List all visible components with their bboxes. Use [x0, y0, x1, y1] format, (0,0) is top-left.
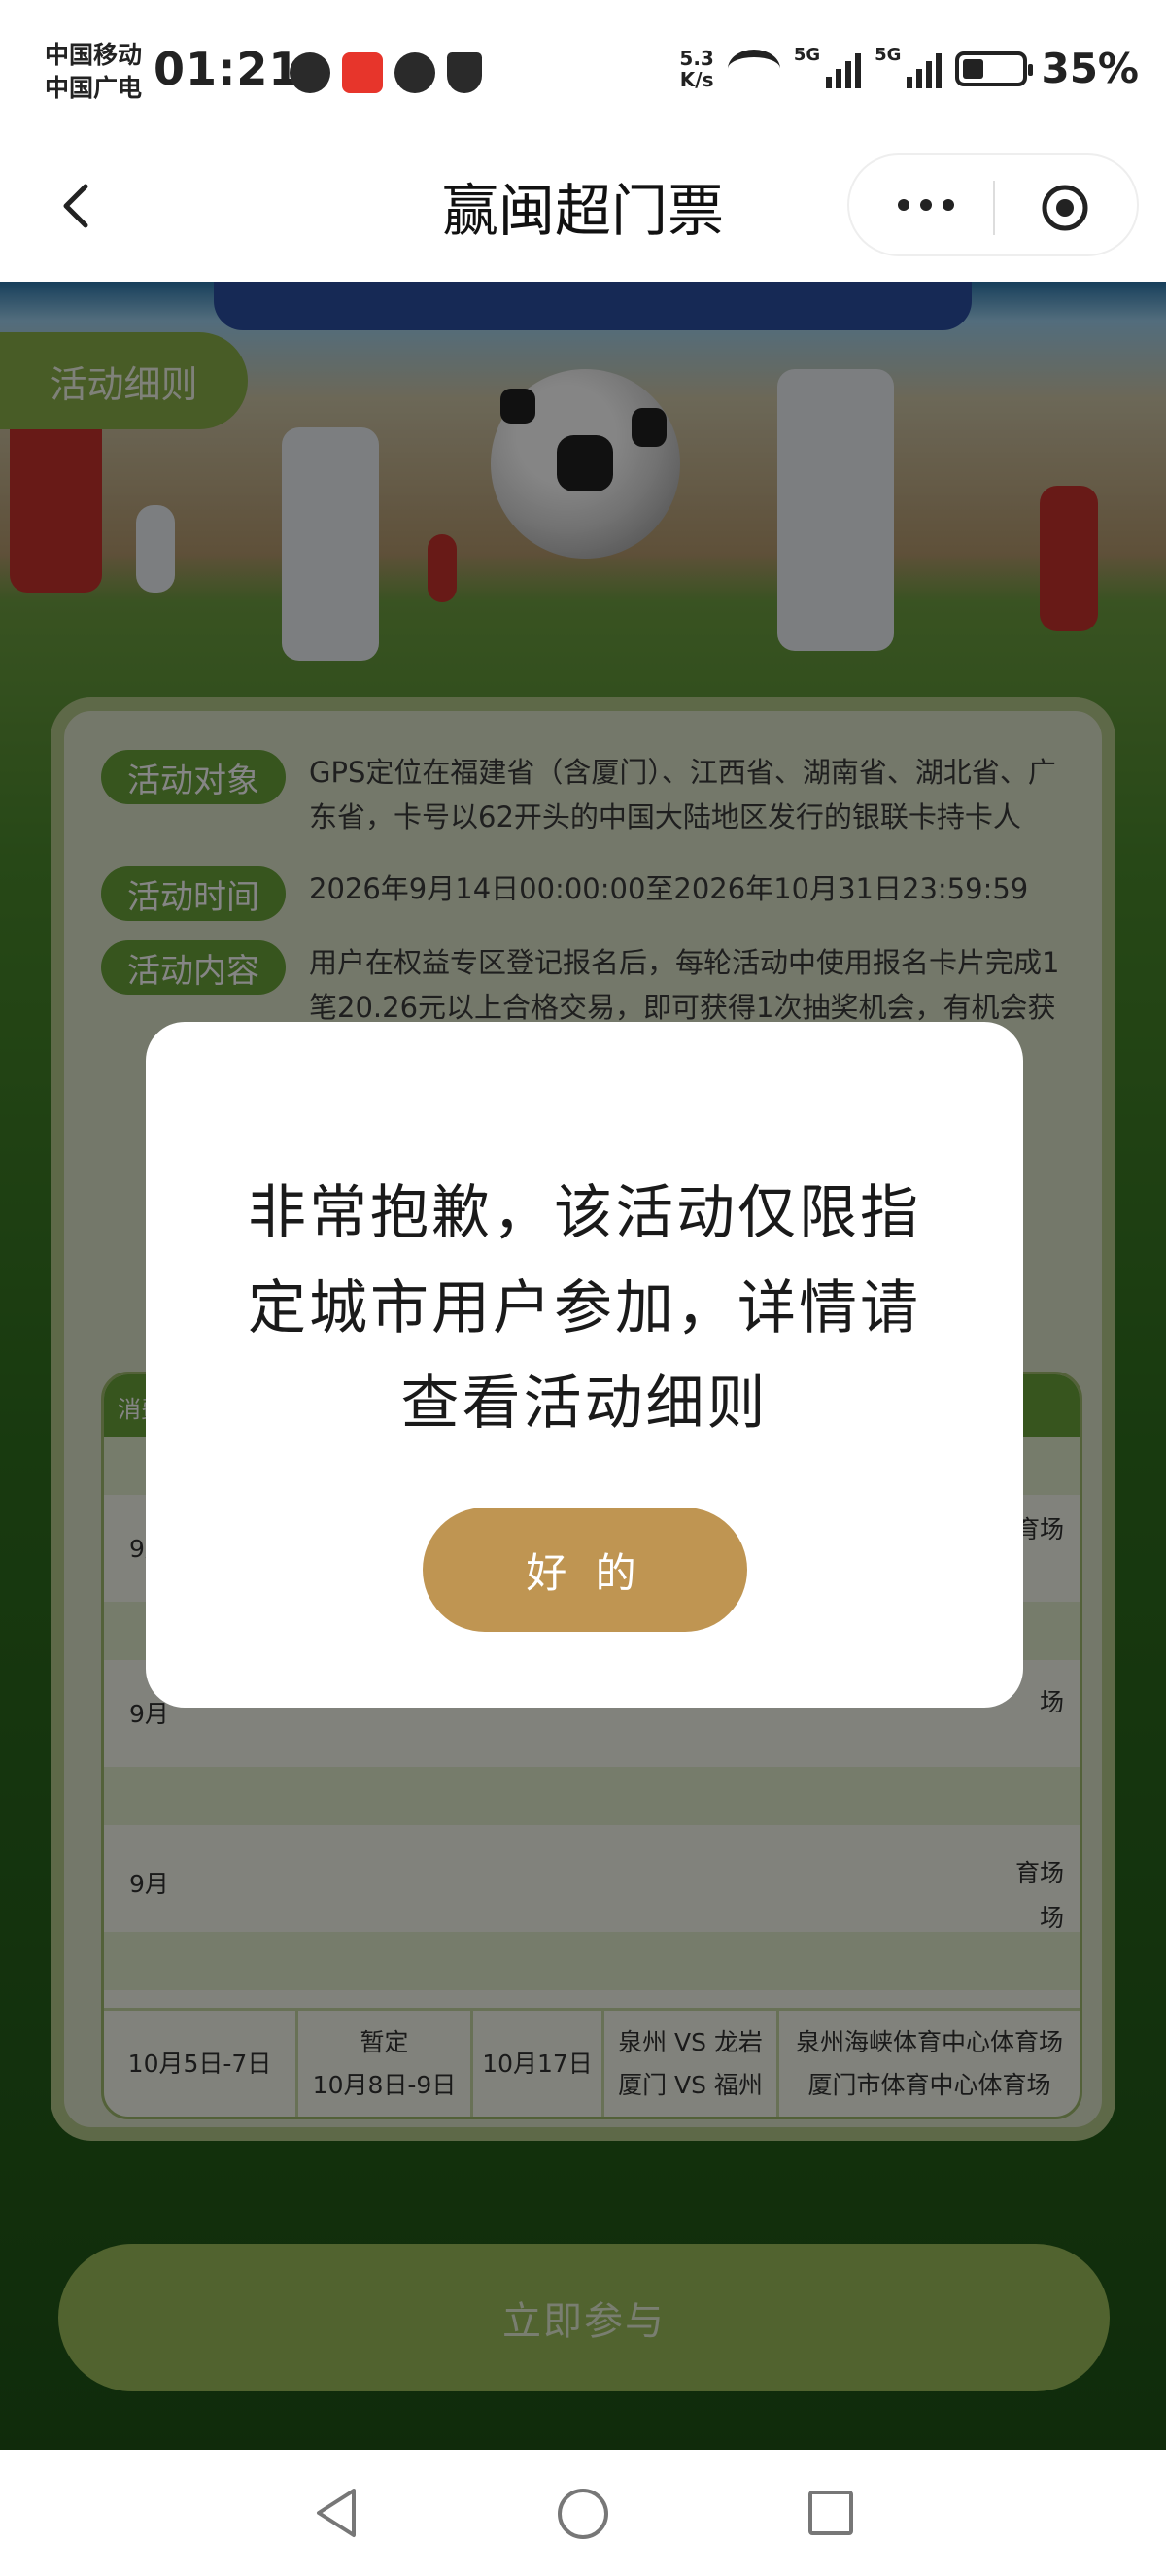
wifi-icon: [727, 49, 780, 88]
alert-dialog: 非常抱歉，该活动仅限指定城市用户参加，详情请查看活动细则 好 的: [146, 1022, 1023, 1708]
dialog-message: 非常抱歉，该活动仅限指定城市用户参加，详情请查看活动细则: [248, 1179, 921, 1438]
battery-percent: 35%: [1041, 45, 1139, 92]
shield-icon: [447, 52, 482, 93]
system-nav-bar: [0, 2450, 1166, 2576]
carrier-2: 中国广电: [45, 74, 143, 102]
mini-program-header: 赢闽超门票: [0, 146, 1166, 282]
nav-home-icon[interactable]: [558, 2489, 608, 2539]
capsule-divider: [993, 181, 995, 235]
notification-icons: [290, 52, 482, 93]
app-notification-icon: [342, 52, 383, 93]
nav-back-icon[interactable]: [309, 2485, 365, 2541]
system-indicators: 5.3 K/s 5G 5G 35%: [679, 45, 1139, 92]
capsule-menu: [847, 153, 1139, 256]
battery-level-fill: [963, 58, 983, 79]
status-bar: 中国移动 中国广电 01:21 5.3 K/s 5G 5G 35%: [0, 0, 1166, 146]
more-options-icon[interactable]: [892, 190, 960, 220]
carrier-info: 中国移动 中国广电: [45, 39, 142, 105]
close-circle-icon[interactable]: [1040, 183, 1090, 233]
nav-recents-icon[interactable]: [808, 2491, 853, 2535]
network-speed: 5.3 K/s: [679, 46, 714, 91]
signal-icon: [826, 50, 862, 88]
carrier-1: 中国移动: [45, 41, 143, 69]
battery-icon: [955, 51, 1034, 86]
ok-button[interactable]: 好 的: [423, 1508, 747, 1632]
signal-icon-2: [907, 50, 943, 88]
network-type-1: 5G: [793, 45, 821, 65]
alarm-icon: [290, 52, 330, 93]
network-type-2: 5G: [874, 45, 902, 65]
status-time: 01:21: [154, 43, 301, 95]
message-icon: [394, 52, 435, 93]
